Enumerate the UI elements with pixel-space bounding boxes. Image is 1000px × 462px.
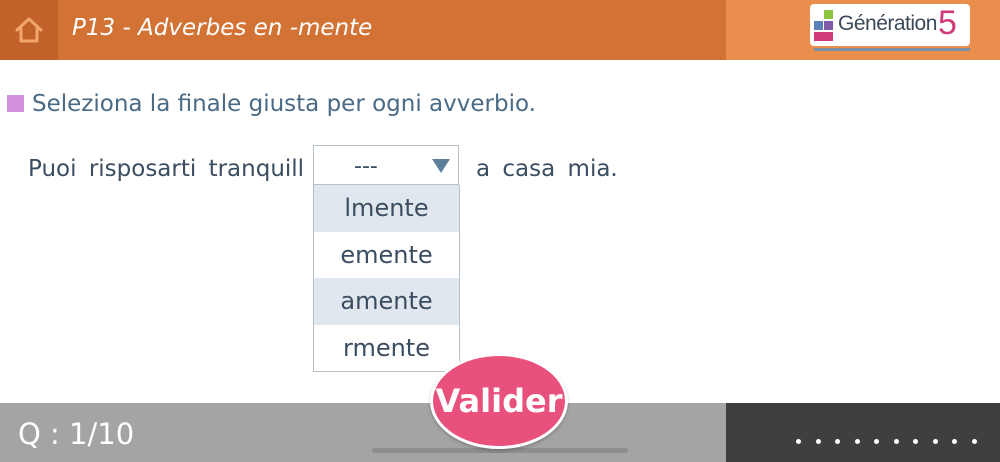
dropdown-option-emente[interactable]: emente (314, 232, 459, 279)
dropdown-option-lmente[interactable]: lmente (314, 185, 459, 232)
dropdown-option-amente[interactable]: amente (314, 278, 459, 325)
progress-dot (854, 439, 860, 444)
logo-square-purple (824, 21, 833, 30)
logo-square-green (824, 10, 833, 19)
ending-select[interactable]: --- (313, 145, 459, 185)
dropdown-option-rmente[interactable]: rmente (314, 325, 459, 372)
header-bar: P13 - Adverbes en -mente Génération 5 (0, 0, 1000, 60)
logo-text: Génération (838, 12, 937, 35)
footer-right (726, 403, 1000, 462)
instruction-text: Seleziona la finale giusta per ogni avve… (32, 91, 536, 117)
instruction-bullet (7, 95, 24, 112)
logo-square-blue (814, 21, 823, 30)
home-icon (15, 17, 43, 43)
valider-button[interactable]: Valider (430, 353, 568, 449)
page-title: P13 - Adverbes en -mente (72, 15, 373, 41)
generation5-logo: Génération 5 (810, 4, 970, 51)
sentence-before: Puoi risposarti tranquill (28, 156, 305, 182)
logo-underline (814, 48, 970, 51)
progress-dot (913, 439, 918, 444)
progress-dots (796, 439, 996, 449)
question-counter: Q : 1/10 (18, 417, 135, 451)
progress-dot (952, 439, 957, 444)
progress-dot (835, 439, 840, 444)
progress-dot (874, 439, 879, 444)
footer-left: Q : 1/10 (0, 403, 726, 462)
progress-dot (932, 439, 938, 444)
progress-dot (796, 439, 801, 444)
progress-dot (815, 439, 821, 444)
title-bar: P13 - Adverbes en -mente (58, 0, 726, 60)
home-button[interactable] (0, 0, 58, 60)
select-value: --- (354, 154, 378, 179)
ending-dropdown-list: lmente emente amente rmente (313, 185, 460, 372)
logo-square-pink (814, 32, 833, 41)
sentence-after: a casa mia. (476, 156, 618, 182)
progress-dot (971, 439, 977, 444)
logo-number: 5 (938, 4, 957, 42)
chevron-down-icon (432, 159, 450, 173)
progress-dot (893, 439, 899, 444)
